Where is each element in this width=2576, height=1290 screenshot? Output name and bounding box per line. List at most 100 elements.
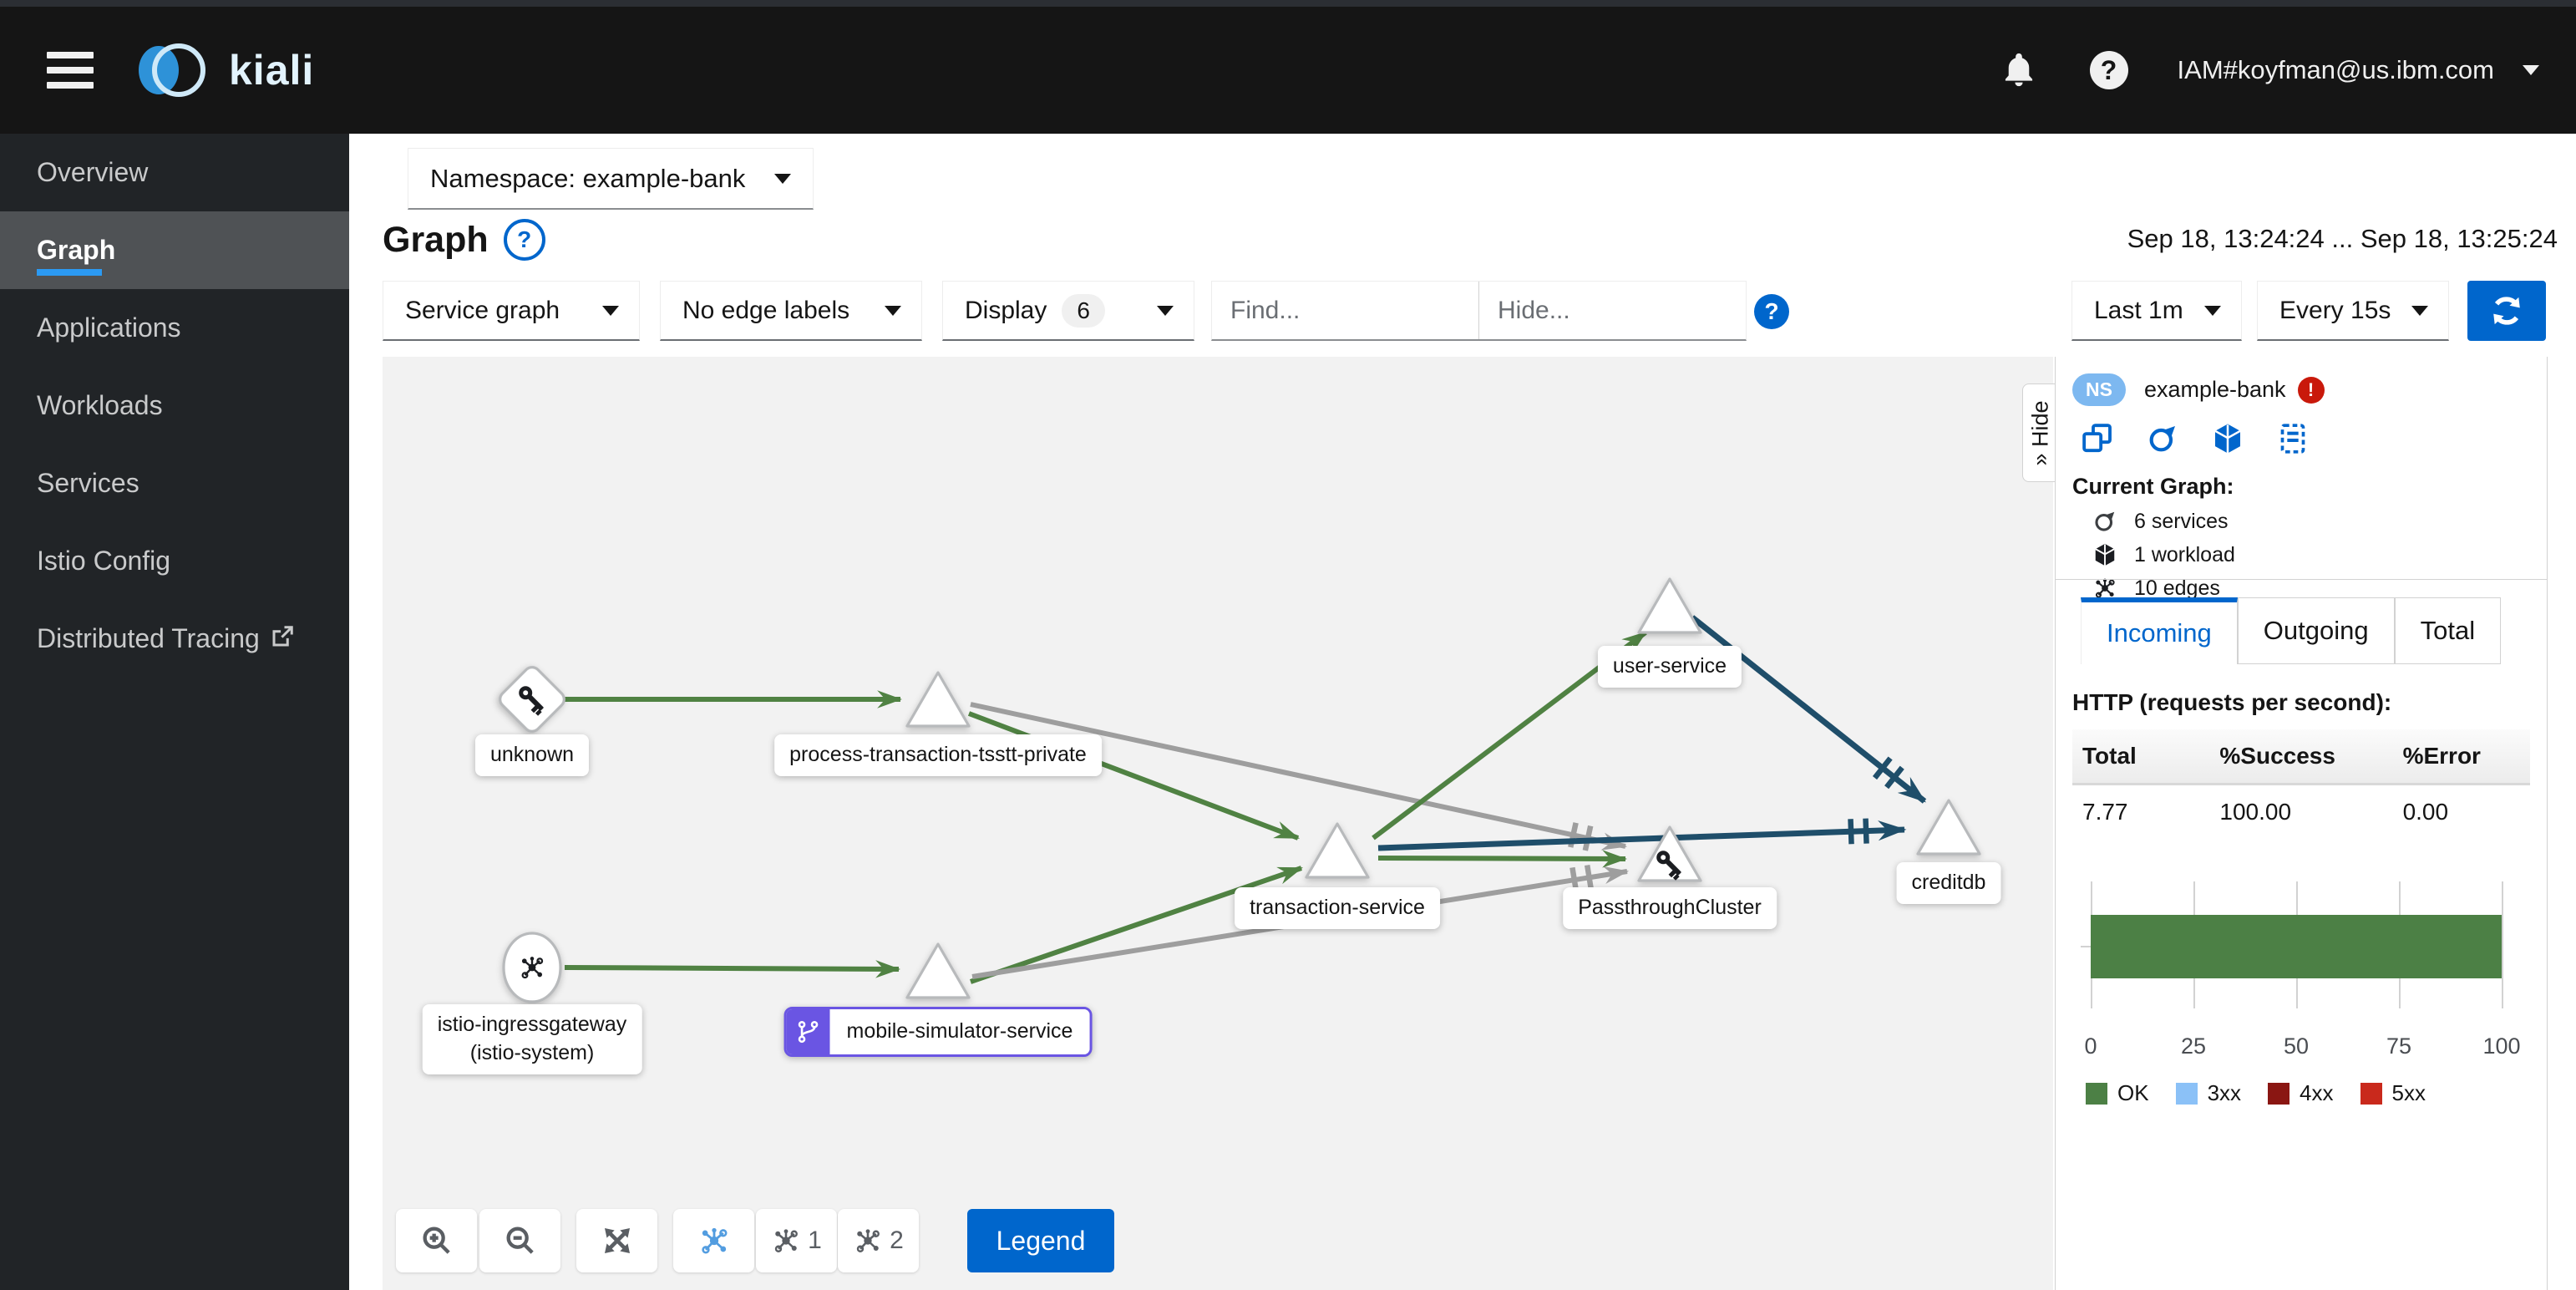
tab-incoming[interactable]: Incoming xyxy=(2081,597,2238,664)
sidebar-item-services[interactable]: Services xyxy=(0,444,349,522)
graph-type-dropdown[interactable]: Service graph xyxy=(383,281,640,341)
graph-layout-icon xyxy=(853,1226,883,1256)
fit-to-screen-button[interactable] xyxy=(576,1209,657,1272)
graph-node-label[interactable]: process-transaction-tsstt-private xyxy=(774,734,1102,776)
graph-canvas[interactable]: unknown process-transaction-tsstt-private… xyxy=(383,357,2059,1290)
namespace-badge: NS xyxy=(2072,373,2126,406)
graph-node-label[interactable]: transaction-service xyxy=(1235,887,1440,929)
graph-node-user-service[interactable] xyxy=(1637,577,1702,634)
display-dropdown[interactable]: Display 6 xyxy=(942,281,1194,341)
summary-panel: NS example-bank ! Current Graph: 6 servi… xyxy=(2055,357,2548,1290)
graph-node-label[interactable]: creditdb xyxy=(1896,862,2001,904)
legend-label: 3xx xyxy=(2207,1080,2242,1105)
graph-layout-icon xyxy=(771,1226,801,1256)
services-link-icon[interactable] xyxy=(2146,422,2179,455)
user-caret-down-icon[interactable] xyxy=(2523,65,2539,75)
tab-total[interactable]: Total xyxy=(2394,597,2502,664)
hide-panel-tab[interactable]: » Hide xyxy=(2022,383,2059,482)
panel-namespace-name: example-bank xyxy=(2143,377,2286,402)
namespace-dropdown[interactable]: Namespace: example-bank xyxy=(408,148,814,210)
legend-swatch xyxy=(2086,1082,2107,1105)
table-cell: 7.77 xyxy=(2082,799,2128,825)
find-hide-group xyxy=(1211,281,1747,341)
bar-segment-ok xyxy=(2091,915,2502,978)
sidebar-item-overview[interactable]: Overview xyxy=(0,134,349,211)
user-menu-label[interactable]: IAM#koyfman@us.ibm.com xyxy=(2178,55,2494,85)
graph-edge[interactable] xyxy=(1377,820,1907,851)
graph-node-mobile-simulator-service[interactable] xyxy=(905,942,971,999)
bell-icon[interactable] xyxy=(1997,48,2041,92)
refresh-button[interactable] xyxy=(2467,281,2546,341)
chevron-down-icon xyxy=(2411,305,2428,316)
sidebar-item-workloads[interactable]: Workloads xyxy=(0,367,349,444)
chart-legend: OK 3xx 4xx 5xx xyxy=(2086,1080,2426,1106)
tab-outgoing[interactable]: Outgoing xyxy=(2237,597,2395,664)
graph-edge[interactable] xyxy=(1690,615,1927,804)
graph-edge[interactable] xyxy=(564,960,901,978)
sidebar-item-istio-config[interactable]: Istio Config xyxy=(0,522,349,600)
panel-divider xyxy=(2056,579,2547,580)
service-icon xyxy=(2092,509,2117,534)
page-title: Graph ? xyxy=(383,219,545,261)
legend-label: OK xyxy=(2117,1080,2149,1105)
graph-node-transaction-service[interactable] xyxy=(1305,822,1370,879)
namespace-dropdown-label: Namespace: example-bank xyxy=(430,163,746,193)
graph-node-label[interactable]: mobile-simulator-service xyxy=(783,1007,1093,1057)
layout-default-button[interactable] xyxy=(673,1209,754,1272)
layout-1-button[interactable]: 1 xyxy=(756,1209,837,1272)
refresh-interval-dropdown[interactable]: Every 15s xyxy=(2257,281,2449,341)
graph-node-label[interactable]: istio-ingressgateway (istio-system) xyxy=(422,1004,642,1074)
find-input[interactable] xyxy=(1212,282,1478,339)
workload-icon xyxy=(2092,542,2117,567)
chevron-down-icon xyxy=(1157,305,1174,316)
time-range-label: Sep 18, 13:24:24 ... Sep 18, 13:25:24 xyxy=(2127,224,2558,253)
layout-2-button[interactable]: 2 xyxy=(838,1209,919,1272)
help-icon[interactable]: ? xyxy=(2087,48,2131,92)
zoom-in-button[interactable] xyxy=(396,1209,477,1272)
sidebar-item-applications[interactable]: Applications xyxy=(0,289,349,367)
find-help-icon[interactable]: ? xyxy=(1754,294,1789,329)
kiali-logo: kiali xyxy=(130,36,314,104)
stacked-bar xyxy=(2091,915,2502,978)
sidebar-nav: Overview Graph Applications Workloads Servic… xyxy=(0,134,349,1290)
legend-label: 4xx xyxy=(2300,1080,2334,1105)
window-top-strip xyxy=(0,0,2576,7)
zoom-out-button[interactable] xyxy=(479,1209,560,1272)
display-count-badge: 6 xyxy=(1062,293,1105,328)
istio-config-link-icon[interactable] xyxy=(2276,422,2310,455)
graph-node-creditdb[interactable] xyxy=(1916,799,1981,856)
edge-status-tick xyxy=(1848,819,1854,845)
legend-button[interactable]: Legend xyxy=(967,1209,1114,1272)
masthead: kiali ? IAM#koyfman@us.ibm.com xyxy=(0,7,2576,134)
hamburger-menu-icon[interactable] xyxy=(47,52,94,89)
legend-swatch xyxy=(2360,1082,2382,1105)
kiali-logo-icon xyxy=(139,43,205,97)
graph-help-icon[interactable]: ? xyxy=(503,219,545,261)
hide-input[interactable] xyxy=(1478,282,1746,339)
error-exclamation-icon: ! xyxy=(2297,376,2325,404)
graph-node-label[interactable]: user-service xyxy=(1597,646,1742,688)
chevron-down-icon xyxy=(885,305,901,316)
graph-edge[interactable] xyxy=(1377,850,1628,868)
sidebar-item-distributed-tracing[interactable]: Distributed Tracing xyxy=(0,600,349,678)
edge-labels-dropdown[interactable]: No edge labels xyxy=(660,281,922,341)
http-rate-title: HTTP (requests per second): xyxy=(2072,689,2392,715)
edge-status-tick xyxy=(1863,818,1869,844)
chart-tick-label: 50 xyxy=(2283,1034,2310,1059)
workloads-link-icon[interactable] xyxy=(2211,422,2244,455)
applications-link-icon[interactable] xyxy=(2081,422,2114,455)
legend-swatch xyxy=(2175,1082,2198,1105)
brand-name: kiali xyxy=(229,47,315,94)
http-rate-table: Total %Success %Error 7.77 100.00 0.00 xyxy=(2072,729,2530,839)
legend-label: 5xx xyxy=(2391,1080,2426,1105)
chevron-down-icon xyxy=(2204,305,2221,316)
current-graph-stat: 6 services xyxy=(2092,509,2235,534)
graph-node-label[interactable]: PassthroughCluster xyxy=(1563,887,1777,929)
graph-node-label[interactable]: unknown xyxy=(474,734,590,776)
current-graph-title: Current Graph: xyxy=(2072,474,2234,499)
chevron-down-icon xyxy=(774,173,791,184)
code-branch-icon xyxy=(786,1009,830,1054)
duration-dropdown[interactable]: Last 1m xyxy=(2071,281,2242,341)
sidebar-item-graph[interactable]: Graph xyxy=(0,211,349,289)
graph-node-process-transaction[interactable] xyxy=(905,671,971,728)
